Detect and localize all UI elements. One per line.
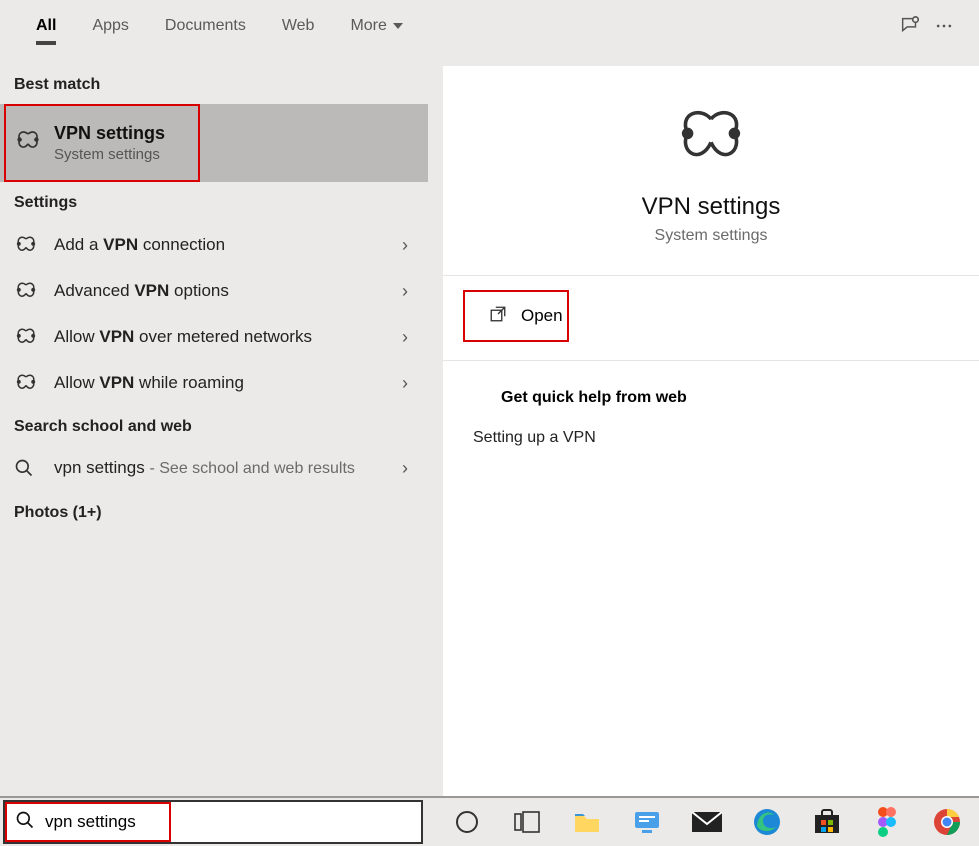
- open-label: Open: [521, 306, 563, 326]
- best-match-result[interactable]: VPN settings System settings: [0, 104, 428, 182]
- taskbar-mail[interactable]: [691, 806, 723, 838]
- taskbar-figma[interactable]: [871, 806, 903, 838]
- mail-icon: [692, 812, 722, 832]
- result-label: Allow VPN while roaming: [54, 373, 402, 393]
- search-icon: [15, 810, 35, 835]
- settings-result-add-vpn[interactable]: Add a VPN connection ›: [0, 222, 428, 268]
- tab-web[interactable]: Web: [264, 0, 333, 52]
- settings-section-header: Settings: [0, 182, 428, 222]
- edge-icon: [753, 808, 781, 836]
- result-label: Advanced VPN options: [54, 281, 402, 301]
- chevron-right-icon: ›: [402, 281, 414, 302]
- web-section-header: Search school and web: [0, 406, 428, 446]
- search-results-panel: Best match VPN settings System settings …: [0, 52, 428, 796]
- chevron-right-icon: ›: [402, 458, 414, 479]
- taskbar-file-explorer[interactable]: [571, 806, 603, 838]
- vpn-icon: [14, 374, 44, 392]
- best-match-subtitle: System settings: [54, 146, 165, 163]
- tab-apps[interactable]: Apps: [74, 0, 146, 52]
- search-icon: [14, 458, 44, 478]
- tab-documents[interactable]: Documents: [147, 0, 264, 52]
- chevron-down-icon: [393, 23, 403, 29]
- chevron-right-icon: ›: [402, 327, 414, 348]
- settings-result-vpn-roaming[interactable]: Allow VPN while roaming ›: [0, 360, 428, 406]
- result-detail-card: VPN settings System settings Open Get qu…: [443, 66, 979, 796]
- more-options-icon[interactable]: [927, 9, 961, 43]
- open-icon: [489, 305, 507, 328]
- chevron-right-icon: ›: [402, 235, 414, 256]
- vpn-icon: [14, 236, 44, 254]
- open-button[interactable]: Open: [463, 290, 569, 342]
- web-result[interactable]: vpn settings - See school and web result…: [0, 446, 428, 492]
- taskbar: [0, 796, 979, 846]
- settings-result-advanced-vpn[interactable]: Advanced VPN options ›: [0, 268, 428, 314]
- quick-help-link[interactable]: Setting up a VPN: [443, 421, 979, 455]
- search-filter-tabbar: All Apps Documents Web More: [0, 0, 979, 52]
- detail-title: VPN settings: [642, 193, 781, 221]
- vpn-icon: [14, 328, 44, 346]
- feedback-icon[interactable]: [893, 9, 927, 43]
- chrome-icon: [933, 808, 961, 836]
- result-label: Allow VPN over metered networks: [54, 327, 402, 347]
- vpn-icon: [14, 282, 44, 300]
- vpn-icon: [675, 110, 747, 169]
- taskbar-microsoft-store[interactable]: [811, 806, 843, 838]
- quick-help-header: Get quick help from web: [443, 361, 979, 421]
- search-input[interactable]: [45, 812, 411, 832]
- tab-more[interactable]: More: [332, 0, 420, 52]
- store-icon: [813, 809, 841, 835]
- taskbar-edge[interactable]: [751, 806, 783, 838]
- task-view-icon: [514, 811, 540, 833]
- result-label: vpn settings - See school and web result…: [54, 458, 402, 478]
- remote-desktop-icon: [633, 810, 661, 834]
- cortana-icon: [456, 811, 478, 833]
- figma-icon: [877, 807, 897, 837]
- file-explorer-icon: [573, 810, 601, 834]
- vpn-icon: [14, 130, 44, 157]
- best-match-title: VPN settings: [54, 123, 165, 144]
- taskbar-remote-desktop[interactable]: [631, 806, 663, 838]
- photos-section-header: Photos (1+): [0, 492, 428, 532]
- settings-result-vpn-metered[interactable]: Allow VPN over metered networks ›: [0, 314, 428, 360]
- taskbar-task-view[interactable]: [511, 806, 543, 838]
- detail-subtitle: System settings: [655, 227, 768, 245]
- tab-all[interactable]: All: [18, 0, 74, 52]
- taskbar-cortana[interactable]: [451, 806, 483, 838]
- chevron-right-icon: ›: [402, 373, 414, 394]
- taskbar-search-box[interactable]: [3, 800, 423, 844]
- best-match-header: Best match: [0, 64, 428, 104]
- result-label: Add a VPN connection: [54, 235, 402, 255]
- taskbar-chrome[interactable]: [931, 806, 963, 838]
